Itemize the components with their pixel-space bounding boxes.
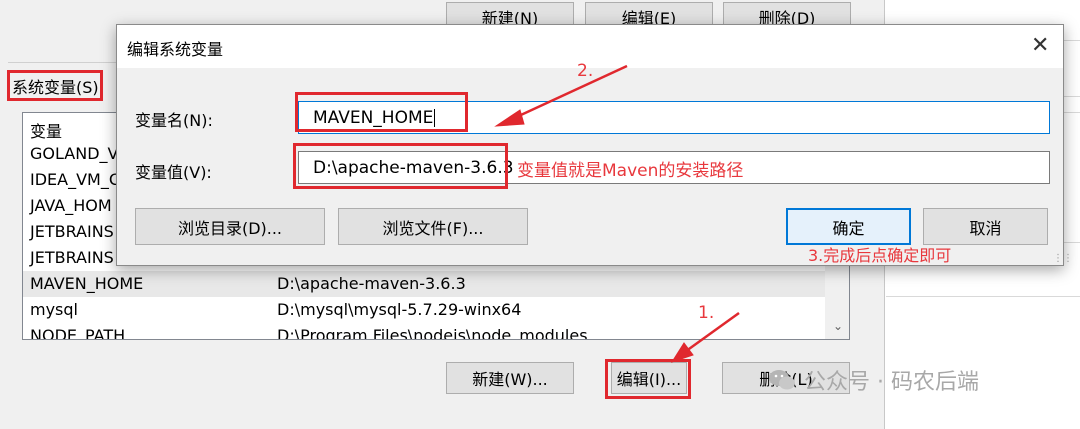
arrowhead-name-field [494,109,525,127]
step-1-label: 1. [698,303,715,323]
value-note-label: 变量值就是Maven的安装路径 [517,161,744,181]
watermark-text: 公众号 · 码农后端 [804,370,979,395]
step-2-label: 2. [577,61,594,81]
watermark: 公众号 · 码农后端 [768,364,979,396]
arrowhead-edit-button [670,342,694,363]
step-3-label: 3.完成后点确定即可 [808,246,952,265]
arrow-to-name-field [509,64,628,122]
wechat-icon [769,370,795,390]
